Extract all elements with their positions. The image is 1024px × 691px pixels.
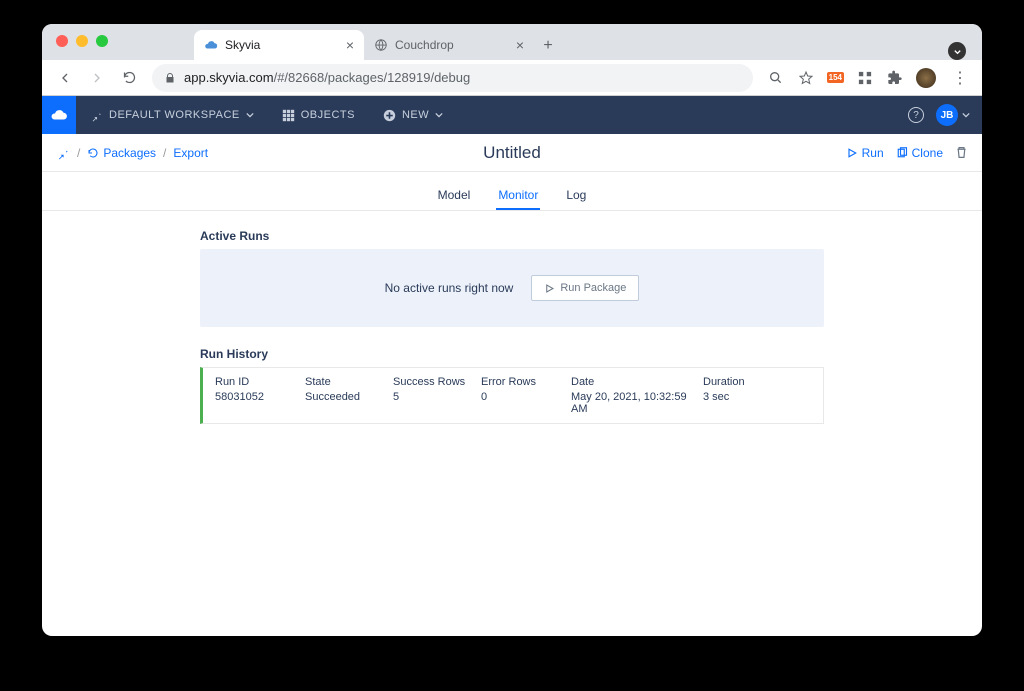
run-id-label: Run ID (215, 376, 305, 388)
tab-title: Couchdrop (395, 38, 509, 52)
main-content: Active Runs No active runs right now Run… (42, 211, 982, 442)
workspace-label: DEFAULT WORKSPACE (109, 109, 240, 121)
app-logo[interactable] (42, 96, 76, 134)
globe-icon (374, 38, 388, 52)
clone-button[interactable]: Clone (896, 146, 943, 160)
new-tab-button[interactable]: + (534, 32, 562, 60)
user-menu-chevron[interactable] (962, 111, 970, 119)
app-header: DEFAULT WORKSPACE OBJECTS NEW ? JB (42, 96, 982, 134)
close-tab-icon[interactable]: × (346, 38, 354, 52)
state-label: State (305, 376, 393, 388)
lock-icon (164, 72, 176, 84)
run-history-heading: Run History (200, 347, 824, 361)
browser-tab-skyvia[interactable]: Skyvia × (194, 30, 364, 60)
refresh-icon (87, 147, 99, 159)
chevron-down-icon (435, 111, 443, 119)
plus-circle-icon (383, 109, 396, 122)
address-bar: app.skyvia.com/#/82668/packages/128919/d… (42, 60, 982, 96)
browser-window: Skyvia × Couchdrop × + (42, 24, 982, 636)
minimize-window-button[interactable] (76, 35, 88, 47)
tab-log[interactable]: Log (564, 182, 588, 210)
duration-value: 3 sec (703, 391, 783, 403)
browser-tab-couchdrop[interactable]: Couchdrop × (364, 30, 534, 60)
copy-icon (896, 147, 908, 159)
profile-avatar[interactable] (916, 68, 936, 88)
window-controls (42, 24, 120, 47)
active-runs-heading: Active Runs (200, 229, 824, 243)
maximize-window-button[interactable] (96, 35, 108, 47)
play-icon (846, 147, 858, 159)
breadcrumb-export[interactable]: Export (173, 146, 208, 160)
run-package-button[interactable]: Run Package (531, 275, 639, 301)
zoom-icon[interactable] (767, 69, 785, 87)
forward-button[interactable] (84, 65, 110, 91)
state-value: Succeeded (305, 391, 393, 403)
content-tabs: Model Monitor Log (42, 172, 982, 211)
tab-monitor[interactable]: Monitor (496, 182, 540, 210)
no-active-runs-text: No active runs right now (385, 281, 514, 295)
help-button[interactable]: ? (908, 107, 924, 123)
run-button[interactable]: Run (846, 146, 884, 160)
grid-icon (282, 109, 295, 122)
tab-overflow-button[interactable] (948, 42, 966, 60)
breadcrumb-separator: / (77, 146, 80, 160)
breadcrumb-separator: / (163, 146, 166, 160)
duration-label: Duration (703, 376, 783, 388)
page-actions: Run Clone (846, 146, 968, 160)
pin-icon (90, 109, 103, 122)
star-icon[interactable] (797, 69, 815, 87)
objects-button[interactable]: OBJECTS (268, 96, 369, 134)
success-rows-label: Success Rows (393, 376, 481, 388)
delete-button[interactable] (955, 146, 968, 159)
pin-icon[interactable] (56, 146, 70, 160)
grid-icon[interactable] (856, 69, 874, 87)
history-row[interactable]: Run ID 58031052 State Succeeded Success … (200, 367, 824, 424)
workspace-dropdown[interactable]: DEFAULT WORKSPACE (76, 96, 268, 134)
extensions-icon[interactable] (886, 69, 904, 87)
new-label: NEW (402, 109, 429, 121)
back-button[interactable] (52, 65, 78, 91)
new-button[interactable]: NEW (369, 96, 457, 134)
error-rows-label: Error Rows (481, 376, 571, 388)
url-input[interactable]: app.skyvia.com/#/82668/packages/128919/d… (152, 64, 753, 92)
chevron-down-icon (246, 111, 254, 119)
play-icon (544, 283, 555, 294)
browser-menu-button[interactable]: ⋮ (948, 68, 972, 88)
reload-button[interactable] (116, 65, 142, 91)
url-text: app.skyvia.com/#/82668/packages/128919/d… (184, 70, 470, 85)
error-rows-value: 0 (481, 391, 571, 403)
page-title: Untitled (483, 143, 541, 163)
browser-tab-strip: Skyvia × Couchdrop × + (42, 24, 982, 60)
close-tab-icon[interactable]: × (516, 38, 524, 52)
close-window-button[interactable] (56, 35, 68, 47)
extension-badge[interactable]: 154 (827, 72, 844, 83)
tab-title: Skyvia (225, 38, 339, 52)
success-rows-value: 5 (393, 391, 481, 403)
breadcrumb: / Packages / Export (56, 146, 208, 160)
objects-label: OBJECTS (301, 109, 355, 121)
active-runs-panel: No active runs right now Run Package (200, 249, 824, 327)
breadcrumb-packages[interactable]: Packages (87, 146, 156, 160)
date-value: May 20, 2021, 10:32:59 AM (571, 391, 703, 415)
cloud-icon (204, 38, 218, 52)
user-avatar[interactable]: JB (936, 104, 958, 126)
page-header: / Packages / Export Untitled Run Clone (42, 134, 982, 172)
date-label: Date (571, 376, 703, 388)
run-id-value: 58031052 (215, 391, 305, 403)
tab-model[interactable]: Model (436, 182, 473, 210)
